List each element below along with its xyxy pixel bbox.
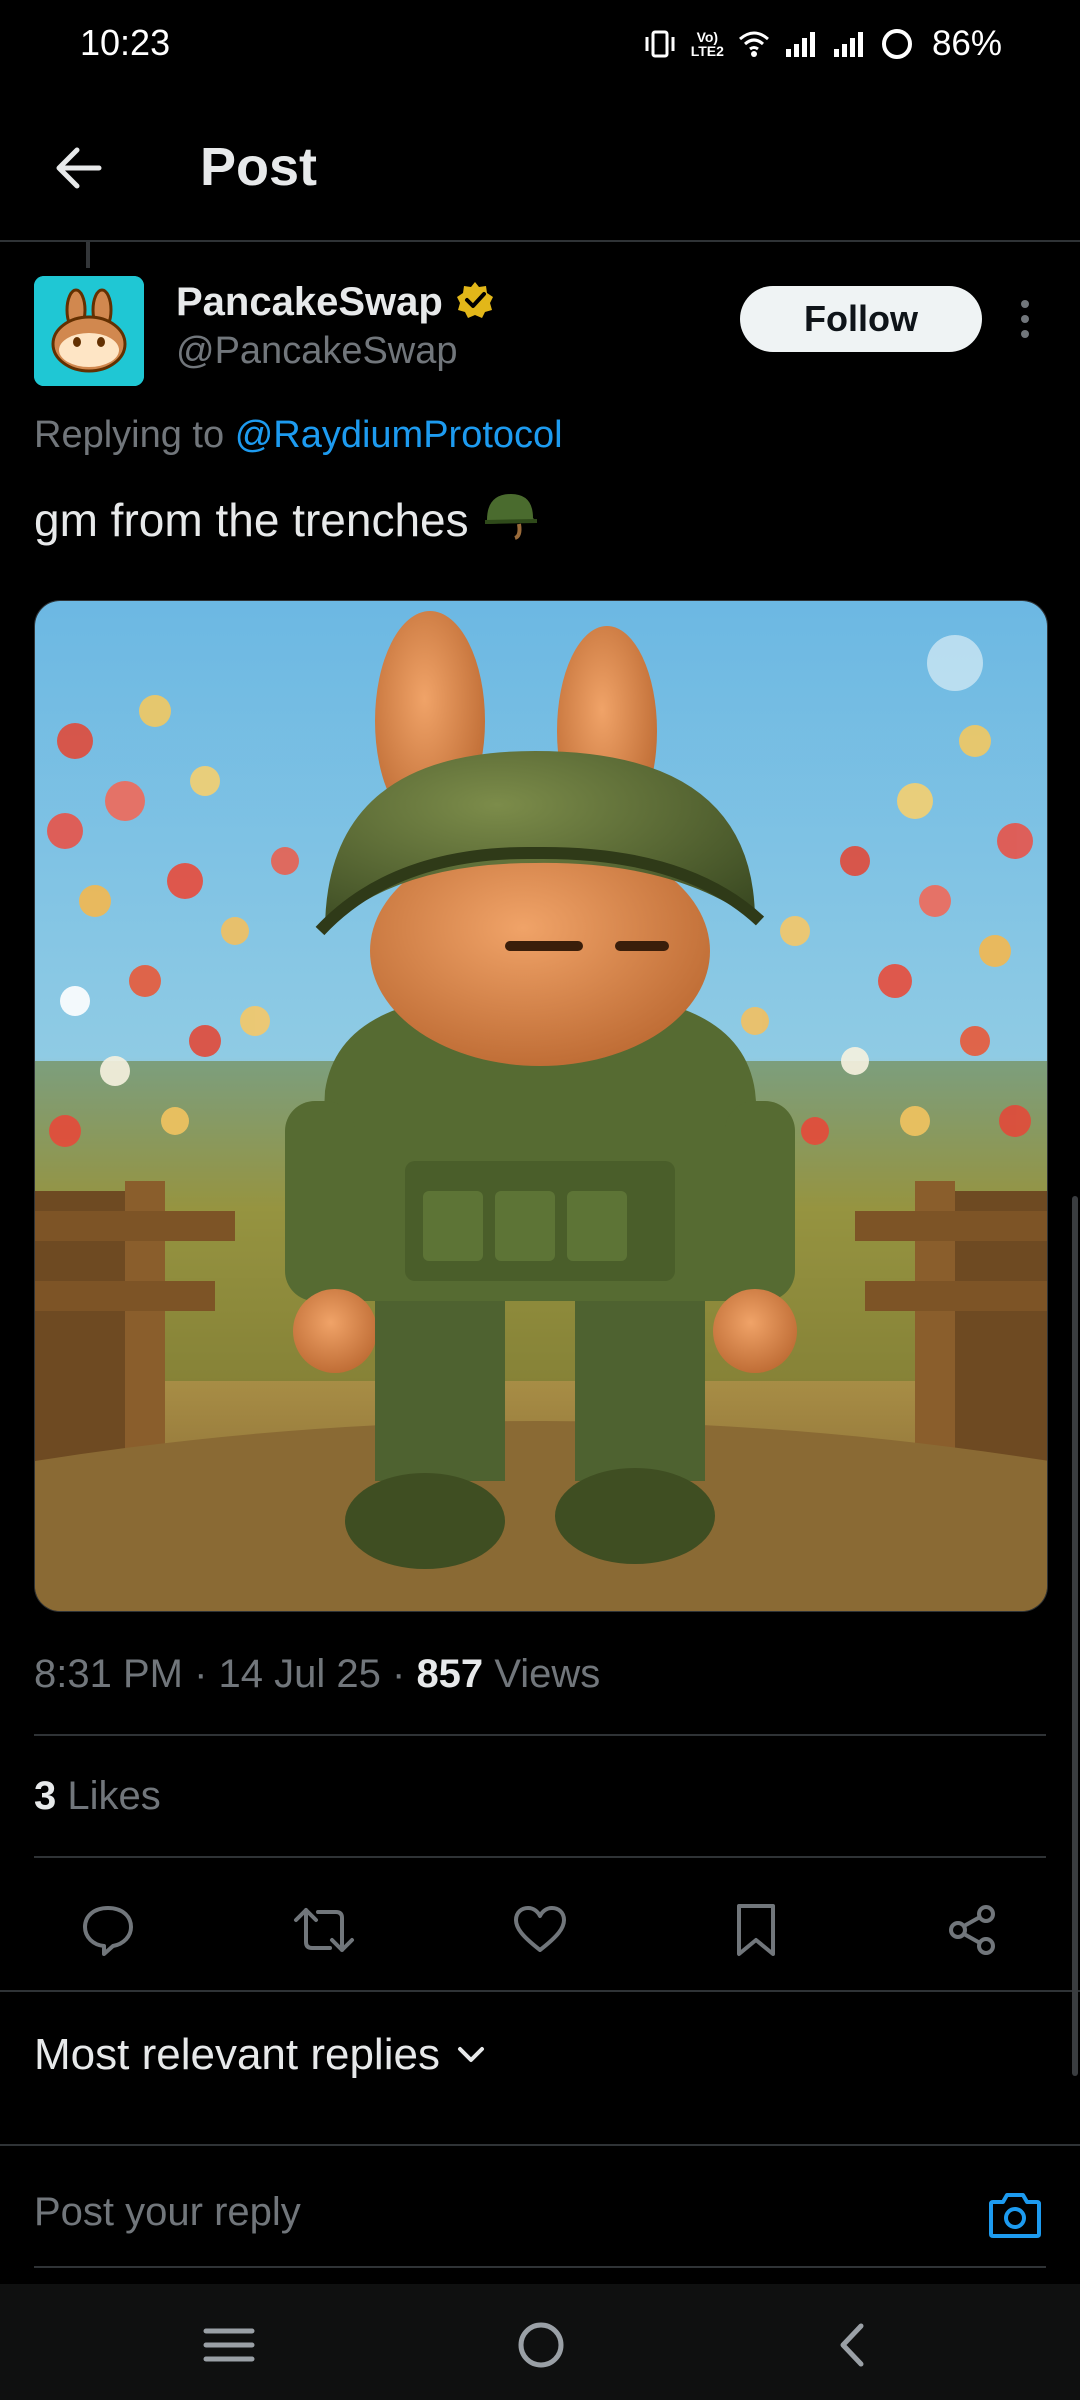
reply-input[interactable]: Post your reply: [34, 2190, 301, 2235]
like-button[interactable]: [504, 1894, 576, 1966]
military-helmet-emoji: [481, 488, 539, 551]
recents-icon: [203, 2328, 255, 2362]
volte-bottom-label: LTE2: [690, 43, 724, 59]
likes-label: Likes: [67, 1774, 161, 1818]
replying-to-line: Replying to @RaydiumProtocol: [34, 414, 563, 457]
repost-button[interactable]: [288, 1894, 360, 1966]
status-time: 10:23: [80, 22, 171, 63]
chevron-down-icon: [457, 2047, 484, 2062]
page-title: Post: [200, 137, 318, 197]
post-actions-bar: [0, 1880, 1080, 1980]
status-bar: 10:23 Vo) LTE2 86%: [0, 0, 1080, 88]
system-back-button[interactable]: [816, 2310, 886, 2380]
scrollbar[interactable]: [1072, 1196, 1078, 2076]
bookmark-icon: [737, 1904, 775, 1956]
recents-button[interactable]: [194, 2310, 264, 2380]
status-icons: Vo) LTE2 86%: [643, 22, 1002, 66]
verified-badge-icon: [455, 280, 495, 325]
post-date: 14 Jul 25: [218, 1652, 381, 1696]
post-text-row: gm from the trenches: [34, 488, 539, 551]
likes-count: 3: [34, 1774, 57, 1818]
share-button[interactable]: [936, 1894, 1008, 1966]
post-timestamp-views: 8:31 PM · 14 Jul 25 · 857 Views: [34, 1652, 601, 1696]
vibrate-icon: [643, 29, 677, 59]
repost-arrows-icon: [294, 1908, 354, 1952]
back-chevron-icon: [840, 2323, 864, 2367]
signal-1-icon: [784, 29, 818, 59]
arrow-left-icon: [56, 147, 102, 189]
share-icon: [949, 1905, 995, 1955]
replies-sort-dropdown[interactable]: Most relevant replies: [34, 2030, 486, 2080]
reply-input-underline: [34, 2266, 1046, 2268]
likes-summary[interactable]: 3 Likes: [34, 1774, 161, 1819]
replies-sort-label: Most relevant replies: [34, 2030, 440, 2079]
post-time: 8:31 PM: [34, 1652, 183, 1696]
avatar[interactable]: [34, 276, 144, 386]
pancakeswap-bunny-logo: [34, 276, 144, 386]
header-divider: [0, 240, 1080, 242]
thread-connector-line: [86, 242, 90, 268]
system-navigation-bar: [0, 2284, 1080, 2400]
meta-divider: [34, 1734, 1046, 1736]
author-name[interactable]: PancakeSwap: [176, 280, 443, 325]
views-label: Views: [494, 1652, 601, 1696]
replying-to-mention-link[interactable]: @RaydiumProtocol: [235, 414, 563, 456]
home-button[interactable]: [506, 2310, 576, 2380]
wifi-icon: [738, 29, 770, 59]
views-count: 857: [416, 1652, 484, 1696]
speech-bubble-icon: [83, 1906, 133, 1956]
top-app-bar: Post: [0, 100, 1080, 240]
actions-divider: [0, 1990, 1080, 1992]
likes-divider: [34, 1856, 1046, 1858]
replying-prefix: Replying to: [34, 414, 225, 456]
soldier-bunny-illustration: [35, 601, 1047, 1611]
bookmark-button[interactable]: [720, 1894, 792, 1966]
post-text: gm from the trenches: [34, 493, 469, 546]
author-name-row[interactable]: PancakeSwap: [176, 280, 495, 325]
volte-top-label: Vo): [696, 29, 719, 45]
more-options-icon[interactable]: [1010, 296, 1040, 342]
sort-divider: [0, 2144, 1080, 2146]
home-circle-icon: [518, 2322, 564, 2368]
author-handle[interactable]: @PancakeSwap: [176, 330, 458, 373]
volte-icon: Vo) LTE2: [691, 30, 724, 58]
signal-2-icon: [832, 29, 866, 59]
reply-button[interactable]: [72, 1894, 144, 1966]
follow-button[interactable]: Follow: [740, 286, 982, 352]
heart-icon: [514, 1906, 566, 1952]
camera-button[interactable]: [984, 2184, 1046, 2246]
battery-percentage: 86%: [931, 24, 1002, 63]
back-button[interactable]: [48, 138, 108, 198]
battery-ring-icon: [880, 27, 914, 61]
post-image[interactable]: [34, 600, 1048, 1612]
camera-icon: [989, 2193, 1041, 2238]
